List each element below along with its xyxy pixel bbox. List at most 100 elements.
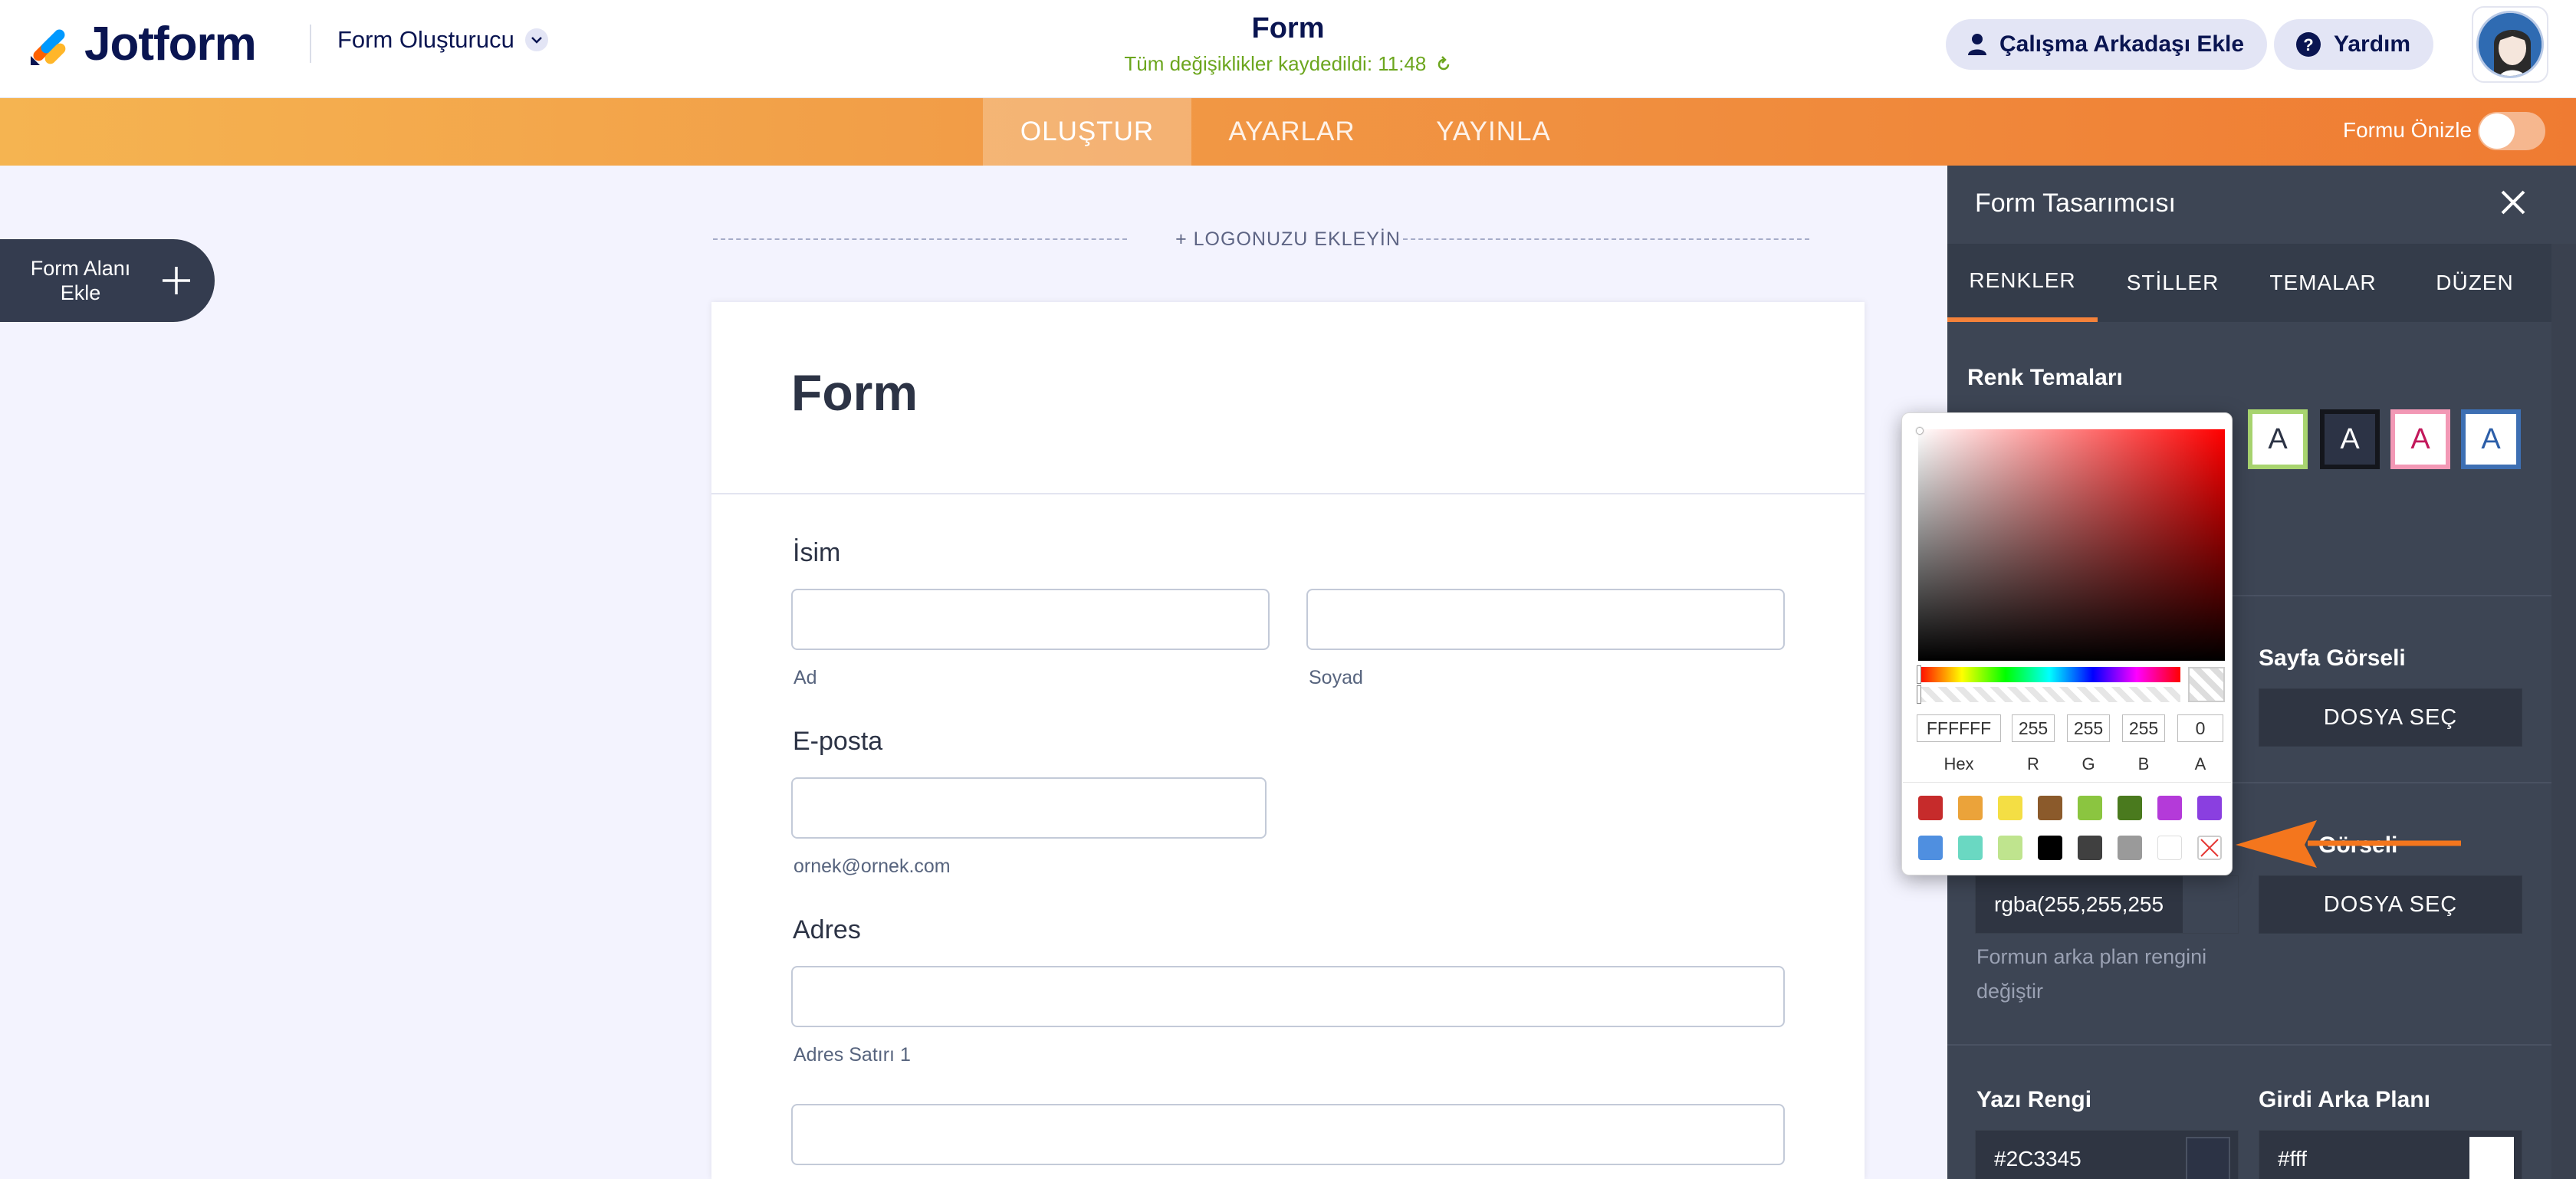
preview-toggle[interactable] <box>2478 112 2545 150</box>
first-name-input[interactable] <box>791 589 1270 650</box>
form-image-file-button[interactable]: DOSYA SEÇ <box>2259 875 2522 934</box>
help-label: Yardım <box>2334 31 2411 57</box>
alpha-handle[interactable] <box>1917 685 1921 704</box>
color-theme-swatch[interactable]: A <box>2390 409 2450 469</box>
address-line1-input[interactable] <box>791 966 1785 1027</box>
designer-tabs: RENKLER STİLLER TEMALAR DÜZEN <box>1947 244 2551 322</box>
user-icon <box>1968 34 1986 55</box>
add-field-line1: Form Alanı <box>30 257 131 280</box>
form-heading[interactable]: Form <box>791 363 918 422</box>
color-preview <box>2188 667 2225 702</box>
first-name-sublabel: Ad <box>794 667 817 688</box>
designer-scrollbar[interactable] <box>2551 244 2576 1179</box>
refresh-icon[interactable] <box>1435 56 1452 73</box>
blue-label: B <box>2137 754 2150 773</box>
red-label: R <box>2027 754 2039 773</box>
last-name-input[interactable] <box>1306 589 1785 650</box>
saturation-handle[interactable] <box>1917 428 1923 434</box>
no-color-swatch[interactable] <box>2197 836 2222 860</box>
preset-color-swatch[interactable] <box>1998 796 2022 820</box>
theme-letter: A <box>2410 422 2430 455</box>
saturation-area[interactable] <box>1918 429 2225 661</box>
background-color-help: Formun arka plan rengini değiştir <box>1976 945 2207 1003</box>
theme-letter: A <box>2340 422 2360 455</box>
text-color-field[interactable]: #2C3345 <box>1975 1130 2239 1179</box>
tab-publish[interactable]: YAYINLA <box>1392 98 1595 166</box>
tab-themes[interactable]: TEMALAR <box>2248 244 2398 322</box>
preset-color-swatch[interactable] <box>2157 836 2182 860</box>
add-form-element-button[interactable]: Form Alanı Ekle <box>0 239 215 322</box>
email-label[interactable]: E-posta <box>793 727 882 757</box>
question-icon: ? <box>2296 32 2321 57</box>
tab-colors[interactable]: RENKLER <box>1947 244 2098 322</box>
green-input[interactable]: 255 <box>2067 714 2110 742</box>
annotation-arrow-icon <box>2236 820 2461 868</box>
address-label[interactable]: Adres <box>793 915 861 945</box>
page-image-label: Sayfa Görseli <box>2259 645 2406 671</box>
avatar-illustration-icon <box>2479 13 2542 76</box>
help-button[interactable]: ? Yardım <box>2274 19 2434 70</box>
name-label[interactable]: İsim <box>793 538 840 568</box>
chevron-down-icon <box>524 28 548 51</box>
preset-color-swatch[interactable] <box>2118 836 2142 860</box>
color-theme-swatch[interactable]: A <box>2248 409 2308 469</box>
form-header-divider <box>711 493 1865 494</box>
brand-name: Jotform <box>84 18 257 71</box>
input-background-preview[interactable] <box>2469 1137 2514 1179</box>
add-logo-area[interactable]: + LOGONUZU EKLEYİN <box>713 227 1863 251</box>
preset-color-swatch[interactable] <box>2078 796 2102 820</box>
email-input[interactable] <box>791 777 1267 839</box>
tab-settings[interactable]: AYARLAR <box>1191 98 1392 166</box>
address-line2-input[interactable] <box>791 1104 1785 1165</box>
hex-label: Hex <box>1944 754 1974 773</box>
text-color-preview[interactable] <box>2186 1137 2230 1179</box>
preset-color-swatch[interactable] <box>1918 796 1943 820</box>
alpha-input[interactable]: 0 <box>2177 714 2223 742</box>
color-theme-swatch[interactable]: A <box>2461 409 2521 469</box>
save-status-text: Tüm değişiklikler kaydedildi: 11:48 <box>1124 52 1427 75</box>
alpha-label: A <box>2194 754 2206 773</box>
add-collaborator-button[interactable]: Çalışma Arkadaşı Ekle <box>1946 19 2268 70</box>
text-color-value: #2C3345 <box>1994 1147 2082 1171</box>
hex-input[interactable]: FFFFFF <box>1917 714 2001 742</box>
hue-handle[interactable] <box>1917 665 1921 684</box>
page-image-file-button[interactable]: DOSYA SEÇ <box>2259 688 2522 747</box>
close-icon[interactable] <box>2496 186 2530 219</box>
jotform-logo[interactable]: Jotform <box>28 17 257 71</box>
background-color-preview[interactable] <box>2181 876 2238 933</box>
add-collaborator-label: Çalışma Arkadaşı Ekle <box>1999 31 2245 57</box>
background-color-field[interactable]: rgba(255,255,255 <box>1975 875 2239 934</box>
input-background-field[interactable]: #fff <box>2259 1130 2522 1179</box>
color-theme-swatch[interactable]: A <box>2320 409 2380 469</box>
color-themes-label: Renk Temaları <box>1967 365 2123 390</box>
theme-letter: A <box>2268 422 2288 455</box>
preset-color-swatch[interactable] <box>1958 836 1983 860</box>
add-form-element-label: Form Alanı Ekle <box>0 256 161 305</box>
preset-color-swatch[interactable] <box>1918 836 1943 860</box>
plus-icon <box>163 267 190 294</box>
blue-input[interactable]: 255 <box>2122 714 2165 742</box>
preset-color-swatch[interactable] <box>2038 796 2062 820</box>
preset-color-swatch[interactable] <box>1958 796 1983 820</box>
theme-letter: A <box>2481 422 2501 455</box>
red-input[interactable]: 255 <box>2012 714 2055 742</box>
background-color-value: rgba(255,255,255 <box>1994 892 2164 916</box>
user-avatar-button[interactable] <box>2472 6 2548 83</box>
builder-menu[interactable]: Form Oluşturucu <box>337 26 548 54</box>
alpha-slider[interactable] <box>1918 687 2180 702</box>
hue-slider[interactable] <box>1918 667 2180 682</box>
preset-color-swatch[interactable] <box>2197 796 2222 820</box>
add-logo-label: + LOGONUZU EKLEYİN <box>1175 228 1401 250</box>
preset-color-swatch[interactable] <box>2157 796 2182 820</box>
preset-color-swatch[interactable] <box>1998 836 2022 860</box>
tab-build[interactable]: OLUŞTUR <box>983 98 1191 166</box>
preset-color-swatch[interactable] <box>2078 836 2102 860</box>
input-background-label: Girdi Arka Planı <box>2259 1087 2430 1112</box>
form-title[interactable]: Form <box>1135 12 1441 45</box>
email-sublabel: ornek@ornek.com <box>794 856 951 877</box>
tab-styles[interactable]: STİLLER <box>2098 244 2248 322</box>
preset-color-swatch[interactable] <box>2038 836 2062 860</box>
tab-layout[interactable]: DÜZEN <box>2398 244 2551 322</box>
designer-title: Form Tasarımcısı <box>1975 189 2176 218</box>
preset-color-swatch[interactable] <box>2118 796 2142 820</box>
